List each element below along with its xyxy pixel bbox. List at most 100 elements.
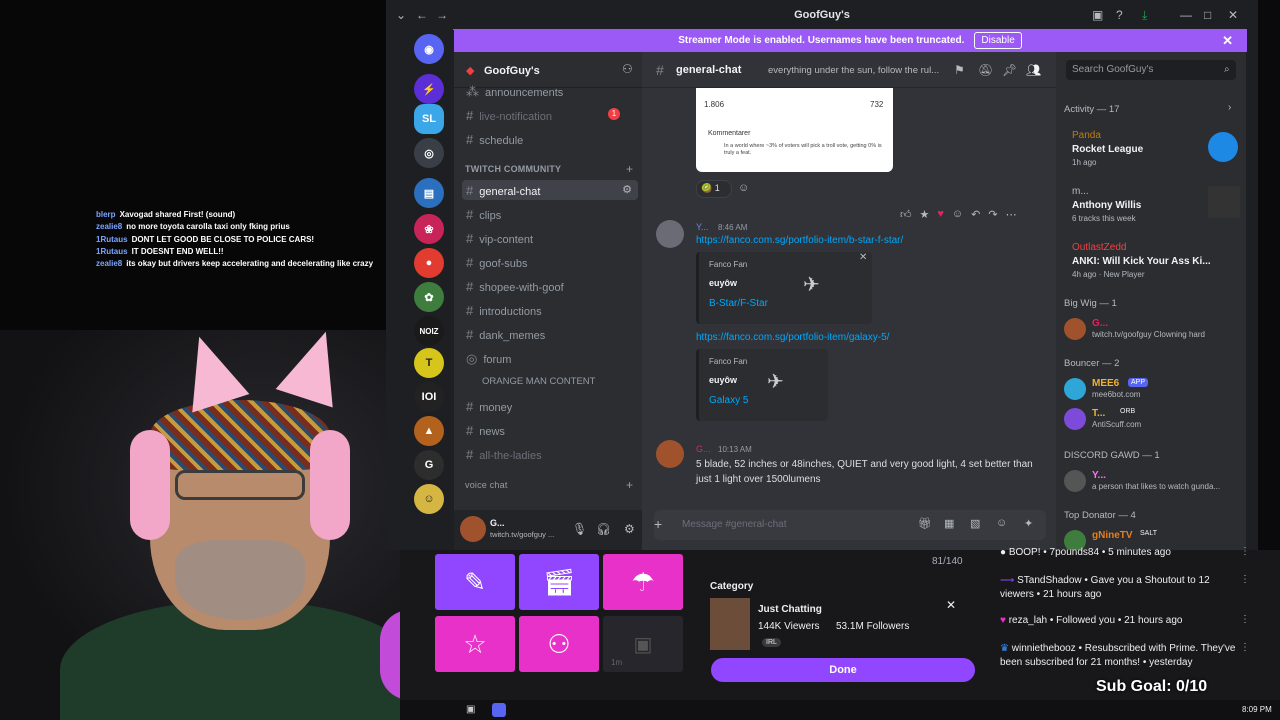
forum-thread[interactable]: ORANGE MAN CONTENT <box>482 376 595 387</box>
server-icon[interactable]: ● <box>414 248 444 278</box>
message-author[interactable]: G... <box>696 444 711 454</box>
search-input[interactable]: Search GoofGuy's <box>1066 60 1236 80</box>
channel-shopee-with-goof[interactable]: # shopee-with-goof <box>466 279 564 294</box>
activity-card[interactable]: OutlastZedd ANKI: Will Kick Your Ass Ki.… <box>1064 242 1240 282</box>
message-author[interactable]: Y... <box>696 222 708 232</box>
server-icon-noiz[interactable]: NOIZ <box>414 316 444 346</box>
channel-topic[interactable]: everything under the sun, follow the rul… <box>768 65 943 76</box>
quick-action-ad[interactable]: ▣ 1m <box>603 616 683 672</box>
disable-streamer-mode-button[interactable]: Disable <box>974 32 1022 49</box>
server-icon[interactable]: ✿ <box>414 282 444 312</box>
member-item[interactable]: G... twitch.tv/goofguy Clowning hard <box>1064 318 1240 342</box>
server-icon[interactable]: ▲ <box>414 416 444 446</box>
close-embed-icon[interactable]: ✕ <box>859 252 867 263</box>
quick-action-favorite[interactable]: ☆ <box>435 616 515 672</box>
server-icon[interactable]: G <box>414 450 444 480</box>
close-icon[interactable]: ✕ <box>946 598 956 612</box>
gif-icon[interactable]: ▦ <box>944 517 954 530</box>
forward-icon[interactable]: ↷ <box>988 208 997 226</box>
channel-introductions[interactable]: # introductions <box>466 303 542 318</box>
server-icon-sl[interactable]: SL <box>414 104 444 134</box>
server-header[interactable]: ◆ GoofGuy's ⚇ <box>454 52 642 88</box>
inbox-icon[interactable]: ▣ <box>1092 8 1103 22</box>
quick-action-edit[interactable]: ✎ <box>435 554 515 610</box>
channel-vip-content[interactable]: # vip-content <box>466 231 533 246</box>
category-tag[interactable]: IRL <box>762 638 781 647</box>
more-options-icon[interactable]: ⋮ <box>1240 642 1250 653</box>
channel-news[interactable]: # news <box>466 423 505 438</box>
gift-icon[interactable]: 🎁︎ <box>918 517 932 530</box>
avatar[interactable] <box>656 440 684 468</box>
more-options-icon[interactable]: ⋮ <box>1240 614 1250 625</box>
settings-gear-icon[interactable]: ⚙ <box>622 183 632 196</box>
add-channel-icon[interactable]: + <box>626 162 633 176</box>
channel-announcements[interactable]: ⁂ announcements <box>466 84 563 100</box>
microphone-icon[interactable]: 🎙︎ <box>572 522 587 536</box>
embed-title[interactable]: Galaxy 5 <box>709 395 748 406</box>
add-channel-icon[interactable]: + <box>626 478 633 492</box>
sticker-icon[interactable]: ▧ <box>970 517 980 530</box>
more-options-icon[interactable]: ⋮ <box>1240 546 1250 557</box>
server-icon-t[interactable]: T <box>414 348 444 378</box>
apps-icon[interactable]: ✦ <box>1024 517 1033 530</box>
category-voice-chat[interactable]: voice chat <box>465 480 508 490</box>
member-item[interactable]: Y... a person that likes to watch gunda.… <box>1064 470 1240 494</box>
heart-icon[interactable]: ♥ <box>937 208 944 226</box>
server-icon[interactable]: ☺ <box>414 484 444 514</box>
more-icon[interactable]: ⋯ <box>1006 208 1017 226</box>
settings-gear-icon[interactable]: ⚙ <box>624 522 635 536</box>
add-reaction-icon[interactable]: ☺ <box>738 182 749 194</box>
channel-forum[interactable]: ◎ forum <box>466 351 511 367</box>
server-icon[interactable]: ❀ <box>414 214 444 244</box>
message-link[interactable]: https://fanco.com.sg/portfolio-item/b-st… <box>696 235 903 246</box>
minimize-icon[interactable]: — <box>1180 8 1192 22</box>
member-list-icon[interactable]: 👥︎ <box>1026 63 1041 77</box>
category-twitch-community[interactable]: TWITCH COMMUNITY <box>465 164 561 174</box>
mute-icon[interactable]: 🔕︎ <box>978 63 993 77</box>
server-icon[interactable]: ⚡ <box>414 74 444 104</box>
add-reaction-icon[interactable]: ☺ <box>952 208 963 226</box>
channel-live-notification[interactable]: # live-notification <box>466 108 552 123</box>
channel-all-the-ladies[interactable]: # all-the-ladies <box>466 447 542 462</box>
channel-clips[interactable]: # clips <box>466 207 501 222</box>
close-window-icon[interactable]: ✕ <box>1228 8 1238 22</box>
taskbar-app-icon[interactable]: ▣ <box>466 704 475 715</box>
reply-icon[interactable]: ↶ <box>971 208 980 226</box>
activity-card[interactable]: Panda Rocket League 1h ago <box>1064 130 1240 170</box>
server-icon[interactable]: ◎ <box>414 138 444 168</box>
headphones-icon[interactable]: 🎧︎ <box>596 522 611 536</box>
help-icon[interactable]: ? <box>1116 8 1123 22</box>
channel-schedule[interactable]: # schedule <box>466 132 523 147</box>
channel-dank-memes[interactable]: # dank_memes <box>466 327 545 342</box>
search-icon[interactable]: ⌕ <box>1224 64 1230 75</box>
emoji-icon[interactable]: ☺ <box>996 517 1007 529</box>
upload-plus-icon[interactable]: + <box>654 516 662 532</box>
quick-action-clip[interactable]: 🎬︎ <box>519 554 599 610</box>
done-button[interactable]: Done <box>711 658 975 682</box>
quick-action-add-mod[interactable]: ⚇ <box>519 616 599 672</box>
channel-general-chat[interactable]: # general-chat ⚙ <box>462 180 638 200</box>
quick-action-raid[interactable]: ☂ <box>603 554 683 610</box>
avatar[interactable] <box>460 516 486 542</box>
server-icon[interactable]: ΙΟΙ <box>414 382 444 412</box>
discord-taskbar-icon[interactable] <box>492 703 506 717</box>
channel-goof-subs[interactable]: # goof-subs <box>466 255 528 270</box>
download-icon[interactable]: ⤓ <box>1142 8 1147 23</box>
member-item[interactable]: T... ORB AntiScuff.com <box>1064 408 1240 432</box>
reaction-icon[interactable]: ★ <box>920 208 930 226</box>
add-member-icon[interactable]: ⚇ <box>622 62 633 76</box>
more-options-icon[interactable]: ⋮ <box>1240 574 1250 585</box>
activity-card[interactable]: m... Anthony Willis 6 tracks this week <box>1064 186 1240 226</box>
member-item[interactable]: MEE6 APP mee6bot.com <box>1064 378 1240 402</box>
pin-icon[interactable]: 📌︎ <box>1002 63 1017 77</box>
discord-home-icon[interactable]: ◉ <box>414 34 444 64</box>
embed-title[interactable]: B-Star/F-Star <box>709 298 768 309</box>
message-input[interactable]: Message #general-chat <box>682 519 787 530</box>
avatar[interactable] <box>656 220 684 248</box>
close-icon[interactable]: ✕ <box>1222 33 1233 49</box>
thumbs-up-icon[interactable]: 👍︎ <box>900 208 912 226</box>
folder-icon[interactable]: ▤ <box>414 178 444 208</box>
threads-icon[interactable]: ⚑ <box>954 63 965 77</box>
chevron-right-icon[interactable]: › <box>1228 102 1231 113</box>
reaction[interactable]: 🥝 1 <box>696 180 732 198</box>
